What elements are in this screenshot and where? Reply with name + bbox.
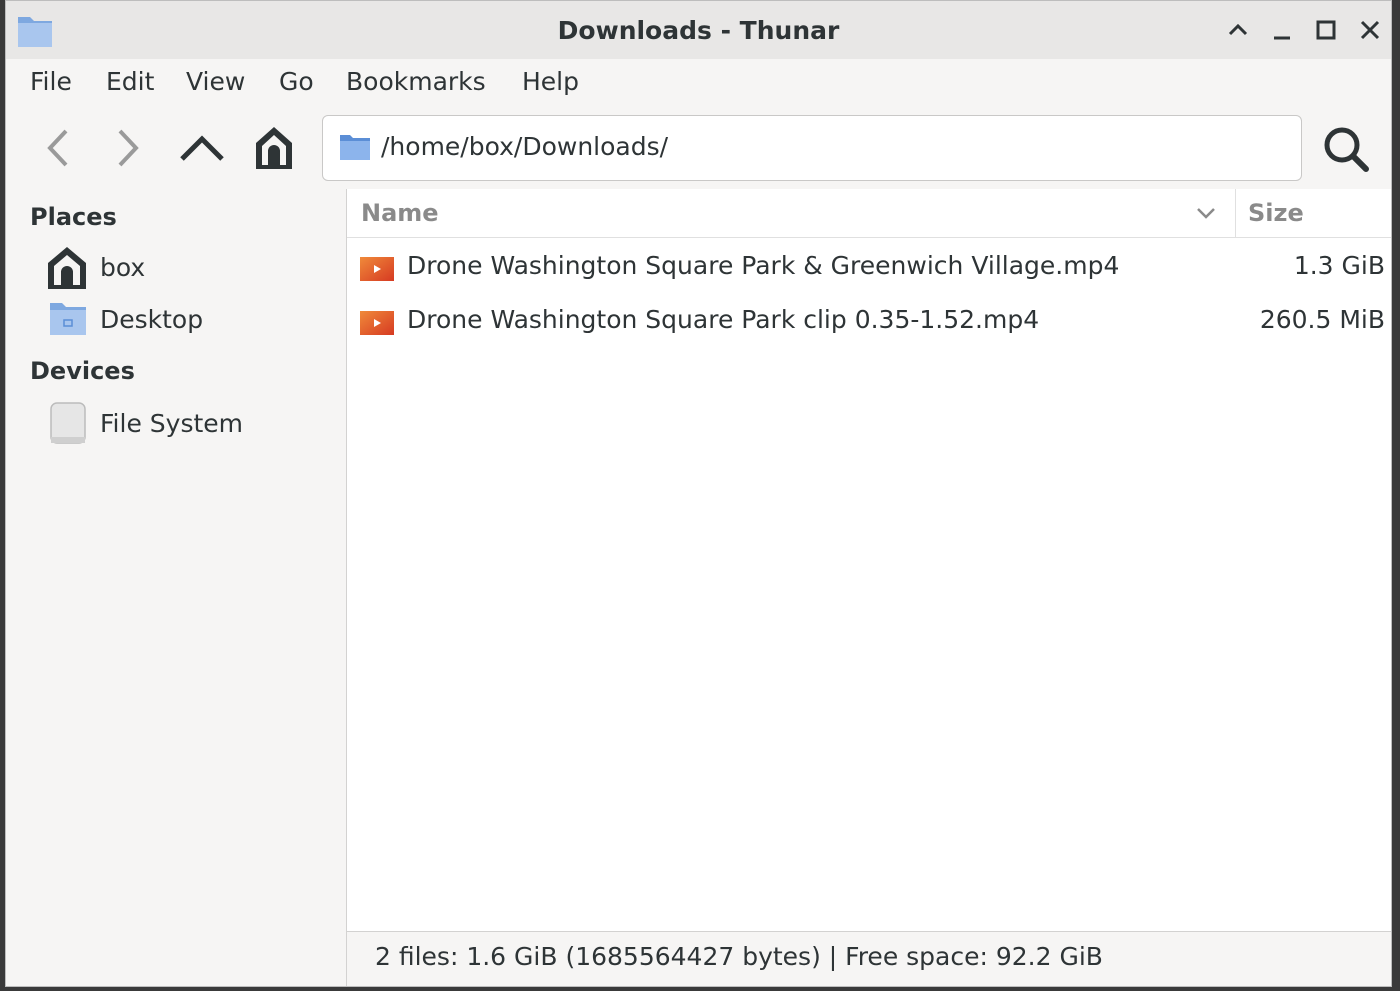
title-bar[interactable]: Downloads - Thunar: [6, 1, 1391, 60]
sidebar-item-label: box: [100, 253, 146, 282]
sidebar-item-label: File System: [100, 409, 244, 438]
column-size-header[interactable]: Size: [1248, 199, 1304, 227]
home-icon: [256, 127, 292, 169]
back-button[interactable]: [36, 123, 84, 173]
window-maximize-button[interactable]: [1312, 16, 1340, 44]
column-divider[interactable]: [1235, 189, 1236, 237]
menu-file[interactable]: File: [30, 67, 72, 96]
status-bar: 2 files: 1.6 GiB (1685564427 bytes) | Fr…: [347, 931, 1391, 986]
chevron-left-icon: [47, 129, 68, 167]
file-size: 1.3 GiB: [1293, 251, 1385, 280]
window-title: Downloads - Thunar: [557, 16, 840, 45]
search-button[interactable]: [1322, 123, 1370, 173]
up-button[interactable]: [178, 123, 226, 173]
thunar-window: Downloads - Thunar File Edit View Go Boo…: [5, 0, 1392, 987]
devices-heading: Devices: [30, 357, 135, 385]
sidebar: Places box Desktop Devices File System: [6, 189, 347, 986]
table-row[interactable]: Drone Washington Square Park clip 0.35-1…: [347, 293, 1391, 347]
file-name: Drone Washington Square Park clip 0.35-1…: [407, 305, 1040, 334]
places-heading: Places: [30, 203, 117, 231]
toolbar: /home/box/Downloads/: [6, 105, 1391, 190]
menu-view[interactable]: View: [186, 67, 245, 96]
window-minimize-button[interactable]: [1268, 16, 1296, 44]
menu-bar: File Edit View Go Bookmarks Help: [6, 59, 1391, 106]
window-shade-button[interactable]: [1224, 16, 1252, 44]
search-icon: [1324, 127, 1369, 172]
drive-icon: [48, 401, 88, 451]
home-button[interactable]: [250, 123, 298, 173]
column-name-header[interactable]: Name: [361, 199, 439, 227]
sidebar-item-label: Desktop: [100, 305, 204, 334]
folder-icon: [339, 132, 371, 166]
sort-chevron-down-icon[interactable]: [1195, 205, 1217, 225]
sidebar-item-file-system[interactable]: File System: [44, 401, 334, 449]
column-header: Name Size: [347, 189, 1391, 238]
menu-go[interactable]: Go: [279, 67, 314, 96]
menu-bookmarks[interactable]: Bookmarks: [346, 67, 486, 96]
file-size: 260.5 MiB: [1259, 305, 1385, 334]
location-bar[interactable]: /home/box/Downloads/: [322, 115, 1302, 181]
home-icon: [44, 245, 90, 295]
video-file-icon: [359, 256, 395, 286]
menu-help[interactable]: Help: [522, 67, 579, 96]
sidebar-item-box[interactable]: box: [44, 245, 334, 293]
status-text: 2 files: 1.6 GiB (1685564427 bytes) | Fr…: [375, 942, 1103, 971]
location-path[interactable]: /home/box/Downloads/: [381, 132, 668, 161]
chevron-up-icon: [180, 135, 224, 161]
window-close-button[interactable]: [1356, 16, 1384, 44]
file-name: Drone Washington Square Park & Greenwich…: [407, 251, 1120, 280]
sidebar-item-desktop[interactable]: Desktop: [44, 297, 334, 345]
table-row[interactable]: Drone Washington Square Park & Greenwich…: [347, 239, 1391, 293]
forward-button[interactable]: [104, 123, 152, 173]
video-file-icon: [359, 310, 395, 340]
file-list: Name Size Drone Washington Square Park &…: [347, 189, 1391, 932]
chevron-right-icon: [118, 129, 139, 167]
desktop-folder-icon: [48, 299, 88, 343]
menu-edit[interactable]: Edit: [106, 67, 154, 96]
